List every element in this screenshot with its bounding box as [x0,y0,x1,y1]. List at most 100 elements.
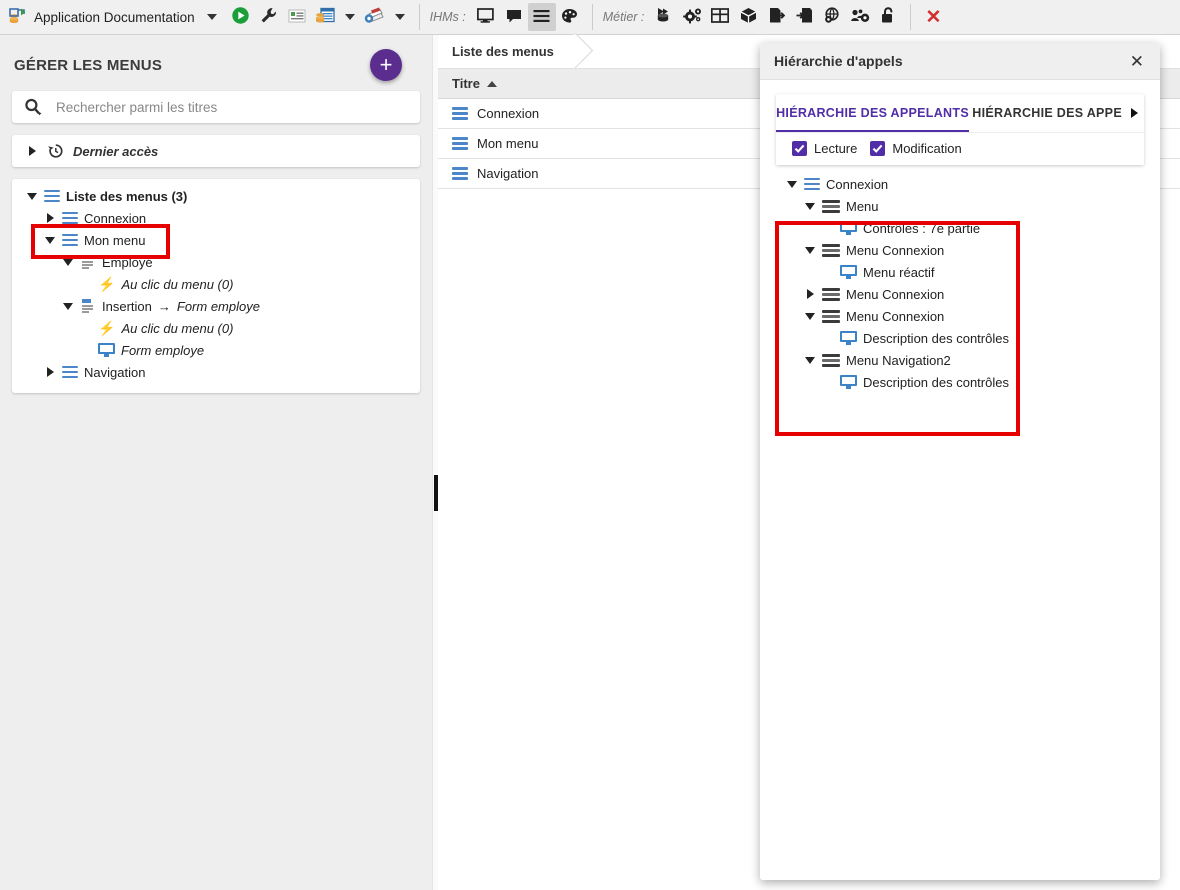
checkbox-lecture-label[interactable]: Lecture [814,141,857,156]
search-input[interactable] [54,98,420,116]
table-cell-title: Connexion [477,106,540,121]
tree-node-liste-des-menus[interactable]: Liste des menus (3) [12,185,420,207]
ihm-screen-button[interactable] [472,3,500,31]
metier-users-gear-button[interactable] [846,3,874,31]
menu-blue-icon [452,167,468,180]
close-icon[interactable]: ✕ [1128,51,1146,72]
books-menu-chevron-down-icon[interactable] [394,14,405,20]
application-title-button[interactable]: Application Documentation [0,7,227,27]
collapse-chevron-down-icon[interactable] [804,202,816,210]
add-menu-button[interactable]: + [370,49,402,81]
wrench-icon [259,6,278,28]
tree-node-navigation[interactable]: Navigation [12,361,420,383]
hierarchy-node-label: Menu Connexion [846,286,945,302]
page-title: GÉRER LES MENUS [14,56,163,74]
checkbox-modification-label[interactable]: Modification [892,141,961,156]
hierarchy-node-menu[interactable]: Menu [778,195,1160,217]
recent-access-row[interactable]: Dernier accès [12,135,420,167]
ihm-menu-button[interactable] [527,3,556,31]
expand-chevron-right-icon[interactable] [26,146,38,156]
books-gear-icon [364,6,385,28]
hierarchy-node-label: Contrôles : 7e partie [863,220,981,236]
history-clock-icon [47,143,64,159]
hierarchy-node-description-des-controles-1[interactable]: Description des contrôles [778,327,1160,349]
hierarchy-node-controles-7e-partie[interactable]: Contrôles : 7e partie [778,217,1160,239]
report-icon [288,8,306,27]
metier-globe-gear-button[interactable] [818,3,846,31]
metier-unlock-button[interactable] [874,3,902,31]
books-settings-button[interactable] [361,3,389,31]
chevron-right-icon [1131,108,1139,118]
collapse-chevron-down-icon[interactable] [804,356,816,364]
table-grid-icon [711,8,730,26]
tree-node-form-employe[interactable]: Form employe [12,339,420,361]
collapse-chevron-down-icon[interactable] [62,258,74,266]
tree-node-label: Au clic du menu (0) [121,276,234,292]
menu-dark-icon [822,243,840,257]
close-application-button[interactable]: ✕ [919,3,947,31]
menu-blue-icon [452,137,468,150]
menu-blue-icon [452,107,468,120]
app-menu-chevron-down-icon[interactable] [206,14,217,20]
collapse-chevron-down-icon[interactable] [62,302,74,310]
tree-node-mon-menu[interactable]: Mon menu [12,229,420,251]
hierarchy-node-menu-connexion-3[interactable]: Menu Connexion [778,305,1160,327]
menu-blue-icon [804,177,820,191]
metier-database-flow-button[interactable] [650,3,678,31]
hierarchy-node-menu-connexion-1[interactable]: Menu Connexion [778,239,1160,261]
collapse-chevron-down-icon[interactable] [804,312,816,320]
checkbox-lecture[interactable] [792,141,807,156]
hierarchy-node-menu-navigation2[interactable]: Menu Navigation2 [778,349,1160,371]
metier-file-import-button[interactable] [790,3,818,31]
file-import-icon [796,7,813,27]
hierarchy-node-label: Menu Connexion [846,242,945,258]
hierarchy-node-connexion[interactable]: Connexion [778,173,1160,195]
checkbox-modification[interactable] [870,141,886,156]
menu-icon [533,9,550,26]
expand-chevron-right-icon[interactable] [804,289,816,299]
collapse-chevron-down-icon[interactable] [26,192,38,200]
report-button[interactable] [283,3,311,31]
tree-node-label: Mon menu [84,232,146,248]
collapse-chevron-down-icon[interactable] [44,236,56,244]
metier-gears-button[interactable] [678,3,706,31]
hierarchy-node-description-des-controles-2[interactable]: Description des contrôles [778,371,1160,393]
database-table-button[interactable] [311,3,339,31]
metier-file-export-button[interactable] [762,3,790,31]
tab-label: HIÉRARCHIE DES APPE [972,106,1122,120]
hierarchy-node-menu-reactif[interactable]: Menu réactif [778,261,1160,283]
hierarchy-node-menu-connexion-2[interactable]: Menu Connexion [778,283,1160,305]
metier-table-grid-button[interactable] [706,3,734,31]
tree-node-insertion[interactable]: Insertion → Form employe [12,295,420,317]
palette-icon [561,8,578,27]
filter-checkbox-row: Lecture Modification [776,132,1144,165]
collapse-chevron-down-icon[interactable] [786,180,798,188]
menu-blue-icon [62,365,78,379]
breadcrumb-item-liste-des-menus[interactable]: Liste des menus [438,35,576,69]
tree-node-label: Insertion [102,298,152,314]
hierarchy-node-label: Menu Connexion [846,308,945,324]
tree-node-connexion[interactable]: Connexion [12,207,420,229]
metier-cube-button[interactable] [734,3,762,31]
tree-node-au-clic-du-menu-1[interactable]: ⚡ Au clic du menu (0) [12,273,420,295]
ihm-window-button[interactable] [500,3,528,31]
tree-node-au-clic-du-menu-2[interactable]: ⚡ Au clic du menu (0) [12,317,420,339]
collapse-chevron-down-icon[interactable] [804,246,816,254]
expand-chevron-right-icon[interactable] [44,213,56,223]
tab-label: HIÉRARCHIE DES APPELANTS [776,106,969,120]
menu-item-icon [80,255,96,269]
ihm-palette-button[interactable] [556,3,584,31]
run-button[interactable] [227,3,255,31]
tree-node-employe[interactable]: Employé [12,251,420,273]
cube-icon [740,7,757,27]
tab-hierarchie-des-appelants[interactable]: HIÉRARCHIE DES APPELANTS [776,94,970,132]
tools-button[interactable] [255,3,283,31]
tabs-next-button[interactable] [1125,94,1144,132]
database-menu-chevron-down-icon[interactable] [344,14,355,20]
tab-hierarchie-des-appeles[interactable]: HIÉRARCHIE DES APPE [969,94,1125,132]
dialog-tabs: HIÉRARCHIE DES APPELANTS HIÉRARCHIE DES … [776,94,1144,132]
search-icon[interactable] [12,97,54,117]
sort-ascending-icon [486,80,497,87]
menu-dark-icon [822,353,840,367]
expand-chevron-right-icon[interactable] [44,367,56,377]
